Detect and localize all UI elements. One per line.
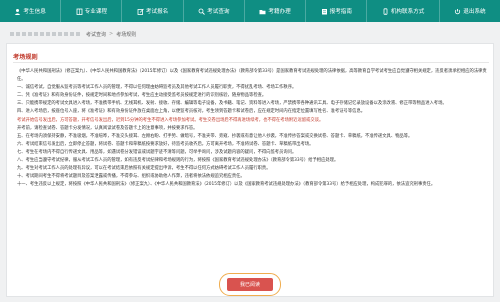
phone-icon xyxy=(383,7,388,15)
rule-paragraph: 四、进入考场后，按座位号入座，将《准考证》和有效身份证件放在桌面左上角，以便监考… xyxy=(17,109,366,115)
confirm-read-button[interactable]: 我已阅读 xyxy=(227,278,273,291)
edit-icon xyxy=(137,8,144,15)
rule-paragraph: 一、诚信考试，自觉服从监考员等考试工作人员的管理，不得以任何理由妨碍监考员及其他… xyxy=(17,85,297,91)
nav-item-7[interactable]: 退出系统 xyxy=(440,0,500,22)
nav-item-label: 报考指南 xyxy=(329,9,352,15)
rule-paragraph: 三、只能携带规定的考试文具进入考场，不准携带手机、无线耳机、发射、接收、存储、编… xyxy=(17,101,447,107)
rule-paragraph: 二、凭《准考证》和有效身份证件，按规定时间和地点参加考试，考生应主动接受监考员按… xyxy=(17,93,267,99)
nav-item-label: 考试报名 xyxy=(145,9,169,15)
exit-icon xyxy=(455,8,461,14)
nav-item-0[interactable]: 考生信息 xyxy=(0,0,62,22)
book-icon xyxy=(76,8,83,15)
rule-paragraph: 考试开始信号发出后，方可答题，开考信号发出后，迟到15分钟的考生不得进入考场参加… xyxy=(17,117,324,123)
nav-item-label: 考试查询 xyxy=(207,9,230,15)
rules-text: 《中华人民共和国刑法》（修正案九）、《中华人民共和国教育法》（2015年修订）以… xyxy=(17,68,487,189)
nav-item-label: 机构联系方式 xyxy=(390,9,425,15)
breadcrumb: 考试查询 > 考场规则 xyxy=(0,28,500,40)
rule-paragraph: 十、考试期间考生不得将考试题目及答案泄露或传播，不得参与、组织或协助他人作弊，违… xyxy=(17,174,245,180)
rule-paragraph: 九、考生对考试工作人员的处理有异议，可以在考试结束后依照有关规定提出申诉，考生不… xyxy=(17,166,271,172)
nav-item-label: 考生信息 xyxy=(23,9,46,15)
user-icon xyxy=(15,8,21,15)
section-title: 考场规则 xyxy=(13,54,38,61)
breadcrumb-decoration xyxy=(10,32,80,36)
nav-item-4[interactable]: 考籍办理 xyxy=(245,0,307,22)
breadcrumb-item-exam-rules: 考场规则 xyxy=(116,31,137,38)
nav-item-label: 专业课程 xyxy=(84,9,108,15)
nav-item-label: 考籍办理 xyxy=(268,9,291,15)
breadcrumb-item-exam-query[interactable]: 考试查询 xyxy=(86,31,106,38)
nav-item-label: 退出系统 xyxy=(463,9,486,15)
top-navigation-bar: 考生信息 专业课程 考试报名 考试查询 考籍办理 报考指南 机构联系方式 退出系统 xyxy=(0,0,500,22)
rule-paragraph: 五、在考场内须保持安静，不准吸烟，不准喧哗，不准交头接耳、左顾右盼、打手势、做暗… xyxy=(17,133,413,139)
rule-paragraph: 开考前，请检查试卷、答题卡分发情况，认真阅读试卷及答题卡上的注意事项，并按要求作… xyxy=(17,125,198,131)
rule-paragraph: 十一、考生违反以上规定，将按照《中华人民共和国刑法》（修正案九）、《中华人民共和… xyxy=(17,182,436,188)
breadcrumb-separator: > xyxy=(109,31,114,37)
rule-paragraph: 七、考生在考场内不得自行传递文具、用品等，如遇试卷分发错误或试题字迹不清等问题，… xyxy=(17,149,297,155)
nav-item-3[interactable]: 考试查询 xyxy=(184,0,245,22)
nav-item-5[interactable]: 报考指南 xyxy=(306,0,368,22)
section-divider xyxy=(13,62,489,63)
rule-paragraph: 八、考生应当遵守考试纪律，服从考试工作人员的管理，如有违反考试纪律和考场规则的行… xyxy=(17,158,339,164)
rule-paragraph: 《中华人民共和国刑法》（修正案九）、《中华人民共和国教育法》（2015年修订）以… xyxy=(17,69,487,83)
guide-icon xyxy=(321,8,327,14)
folder-icon xyxy=(259,9,266,14)
nav-item-1[interactable]: 专业课程 xyxy=(61,0,123,22)
nav-item-6[interactable]: 机构联系方式 xyxy=(367,0,440,22)
exam-rules-panel: 考场规则 《中华人民共和国刑法》（修正案九）、《中华人民共和国教育法》（2015… xyxy=(6,43,494,297)
rule-paragraph: 六、考试结束信号发出后，立即停止答题，将试卷、答题卡和草稿纸按要求放好，待监考员… xyxy=(17,141,314,147)
nav-item-2[interactable]: 考试报名 xyxy=(122,0,184,22)
search-icon xyxy=(198,8,205,15)
